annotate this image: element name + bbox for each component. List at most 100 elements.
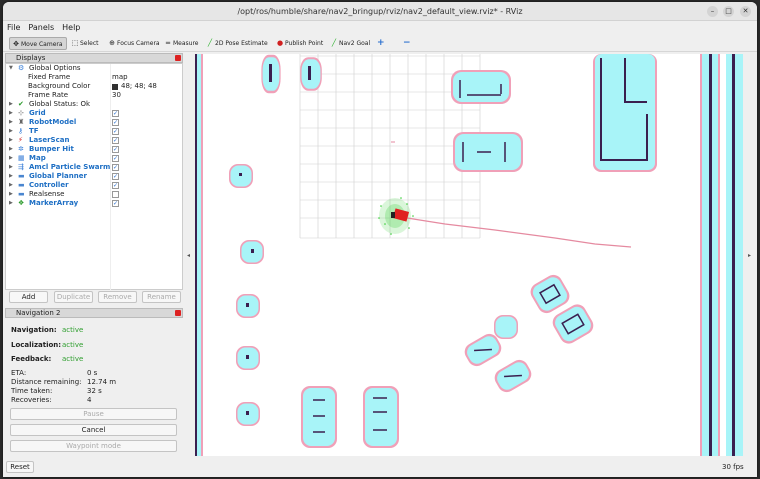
tree-row-global-planner[interactable]: ▶ ▬ Global Planner ✓ (6, 172, 182, 181)
tree-row-bumper-hit[interactable]: ▶ ✲ Bumper Hit ✓ (6, 145, 182, 154)
color-text: 48; 48; 48 (121, 82, 157, 90)
robot-icon: ♜ (18, 118, 25, 126)
marker-icon: ❖ (18, 199, 25, 207)
duplicate-display-button[interactable]: Duplicate (54, 291, 93, 303)
close-button[interactable]: ✕ (740, 6, 751, 17)
feedback-label: Feedback: (11, 355, 52, 363)
expand-down-icon[interactable]: ▼ (9, 64, 13, 73)
enable-checkbox[interactable]: ✓ (112, 110, 119, 117)
pause-button[interactable]: Pause (10, 408, 177, 420)
tree-row-fixed-frame[interactable]: Fixed Frame map (6, 73, 182, 82)
localization-label: Localization: (11, 341, 62, 349)
pose-estimate-tool[interactable]: ╱ 2D Pose Estimate (204, 37, 268, 50)
tree-label: Fixed Frame (28, 73, 71, 81)
expand-right-icon[interactable]: ▶ (9, 136, 13, 145)
expand-right-icon[interactable]: ▶ (9, 145, 13, 154)
recoveries-label: Recoveries: (11, 396, 52, 404)
fixed-frame-value[interactable]: map (112, 73, 128, 82)
nav2-goal-tool[interactable]: ╱ Nav2 Goal (328, 37, 370, 50)
tree-row-tf[interactable]: ▶ ⚷ TF ✓ (6, 127, 182, 136)
collapse-left-icon[interactable]: ◂ (187, 252, 190, 259)
tree-row-laserscan[interactable]: ▶ ⚡ LaserScan ✓ (6, 136, 182, 145)
tree-row-amcl-particle-swarm[interactable]: ▶ ⇶ Amcl Particle Swarm ✓ (6, 163, 182, 172)
remove-display-button[interactable]: Remove (98, 291, 137, 303)
window-title: /opt/ros/humble/share/nav2_bringup/rviz/… (237, 7, 523, 16)
recoveries-value: 4 (87, 396, 92, 404)
expand-right-icon[interactable]: ▶ (9, 181, 13, 190)
menu-help[interactable]: Help (58, 21, 84, 35)
enable-checkbox[interactable]: ✓ (112, 155, 119, 162)
tree-row-map[interactable]: ▶ ▦ Map ✓ (6, 154, 182, 163)
tree-row-global-options[interactable]: ▼ ⚙ Global Options (6, 64, 182, 73)
displays-title: Displays (16, 54, 46, 62)
map-icon: ▦ (18, 154, 25, 162)
tree-label: Grid (29, 109, 46, 117)
measure-icon: ═ (165, 39, 171, 47)
enable-checkbox[interactable]: ✓ (112, 119, 119, 126)
waypoint-mode-button[interactable]: Waypoint mode (10, 440, 177, 452)
measure-tool[interactable]: ═ Measure (162, 37, 199, 50)
collapse-right-icon[interactable]: ▸ (748, 252, 751, 259)
tree-row-global-status[interactable]: ▶ ✔ Global Status: Ok (6, 100, 182, 109)
particle-icon: ⇶ (18, 163, 24, 171)
add-tool-button[interactable]: + (373, 37, 385, 50)
expand-right-icon[interactable]: ▶ (9, 172, 13, 181)
move-camera-tool[interactable]: ✥ Move Camera (9, 37, 67, 50)
background-color-value[interactable]: 48; 48; 48 (112, 82, 157, 91)
remove-tool-button[interactable]: − (399, 37, 411, 50)
close-panel-icon[interactable] (175, 55, 181, 61)
enable-checkbox[interactable]: ✓ (112, 146, 119, 153)
cancel-button[interactable]: Cancel (10, 424, 177, 436)
distance-label: Distance remaining: (11, 378, 82, 386)
select-label: Select (80, 40, 99, 47)
feedback-status: active (62, 355, 84, 363)
minimize-button[interactable]: – (707, 6, 718, 17)
nav2-goal-label: Nav2 Goal (339, 40, 371, 47)
navigation-title: Navigation 2 (16, 309, 61, 317)
expand-right-icon[interactable]: ▶ (9, 163, 13, 172)
enable-checkbox[interactable] (112, 191, 119, 198)
folder-icon: ▬ (18, 172, 25, 180)
expand-right-icon[interactable]: ▶ (9, 118, 13, 127)
measure-label: Measure (173, 40, 199, 47)
enable-checkbox[interactable]: ✓ (112, 200, 119, 207)
tree-row-grid[interactable]: ▶ ⊹ Grid ✓ (6, 109, 182, 118)
tree-row-controller[interactable]: ▶ ▬ Controller ✓ (6, 181, 182, 190)
enable-checkbox[interactable]: ✓ (112, 128, 119, 135)
tree-row-background-color[interactable]: Background Color 48; 48; 48 (6, 82, 182, 91)
add-display-button[interactable]: Add (9, 291, 48, 303)
expand-right-icon[interactable]: ▶ (9, 190, 13, 199)
tree-label: RobotModel (29, 118, 77, 126)
tree-row-robotmodel[interactable]: ▶ ♜ RobotModel ✓ (6, 118, 182, 127)
publish-point-tool[interactable]: ● Publish Point (274, 37, 323, 50)
tree-row-realsense[interactable]: ▶ ▬ Realsense (6, 190, 182, 199)
reset-button[interactable]: Reset (6, 461, 34, 473)
tree-row-frame-rate[interactable]: Frame Rate 30 (6, 91, 182, 100)
fps-indicator: 30 fps (722, 463, 744, 471)
maximize-button[interactable]: □ (723, 6, 734, 17)
top-right-structure (593, 54, 657, 172)
expand-right-icon[interactable]: ▶ (9, 127, 13, 136)
frame-rate-value[interactable]: 30 (112, 91, 121, 100)
select-tool[interactable]: ⬚ Select (69, 37, 99, 50)
focus-camera-tool[interactable]: ⊕ Focus Camera (106, 37, 160, 50)
3d-viewport[interactable] (195, 54, 743, 456)
enable-checkbox[interactable]: ✓ (112, 182, 119, 189)
tree-row-markerarray[interactable]: ▶ ❖ MarkerArray ✓ (6, 199, 182, 208)
tree-label: Global Options (29, 64, 81, 72)
tree-label: Controller (29, 181, 69, 189)
rename-display-button[interactable]: Rename (142, 291, 181, 303)
navigation-label: Navigation: (11, 326, 57, 334)
expand-right-icon[interactable]: ▶ (9, 199, 13, 208)
menu-panels[interactable]: Panels (24, 21, 58, 35)
menu-file[interactable]: File (3, 21, 24, 35)
expand-right-icon[interactable]: ▶ (9, 154, 13, 163)
enable-checkbox[interactable]: ✓ (112, 173, 119, 180)
expand-right-icon[interactable]: ▶ (9, 100, 13, 109)
left-wall (195, 54, 203, 456)
enable-checkbox[interactable]: ✓ (112, 164, 119, 171)
expand-right-icon[interactable]: ▶ (9, 109, 13, 118)
enable-checkbox[interactable]: ✓ (112, 137, 119, 144)
nav2-goal-icon: ╱ (331, 39, 337, 47)
close-panel-icon[interactable] (175, 310, 181, 316)
